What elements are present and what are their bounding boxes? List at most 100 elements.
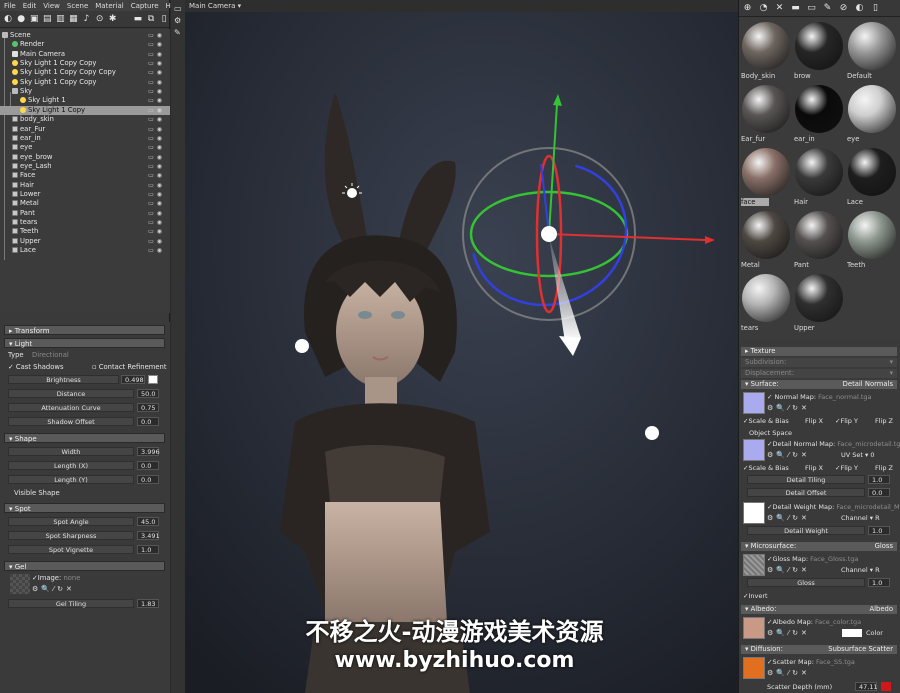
visible-shape-checkbox[interactable]: Visible Shape (14, 489, 60, 497)
scene-tree-item[interactable]: Upper ▭◉ (0, 237, 170, 246)
scatter-color-swatch[interactable] (881, 682, 891, 691)
folder-icon[interactable]: ▬ (133, 14, 143, 25)
section-surface[interactable]: ▾ Surface: Detail Normals (741, 380, 897, 389)
visibility-lock-icons[interactable]: ▭◉ (148, 218, 165, 227)
visibility-lock-icons[interactable]: ▭◉ (148, 209, 165, 218)
scene-tree-item[interactable]: eye ▭◉ (0, 143, 170, 152)
detail-weight-value[interactable]: 1.0 (868, 526, 890, 535)
material-thumbnail[interactable]: Lace (846, 146, 898, 208)
type-dropdown[interactable]: Directional (32, 351, 69, 359)
width-slider[interactable]: Width (8, 447, 134, 456)
menu-edit[interactable]: Edit (23, 2, 37, 10)
visibility-lock-icons[interactable]: ▭◉ (148, 134, 165, 143)
gel-image-tools[interactable]: ⚙🔍⁄↻✕ (32, 585, 75, 593)
section-microsurface[interactable]: ▾ Microsurface: Gloss (741, 542, 897, 551)
scene-tree-item[interactable]: Render ▭◉ (0, 40, 170, 49)
section-displacement[interactable]: Displacement: ▾ (741, 369, 897, 378)
gel-tiling-slider[interactable]: Gel Tiling (8, 599, 134, 608)
visibility-lock-icons[interactable]: ▭◉ (148, 171, 165, 180)
distance-slider[interactable]: Distance (8, 389, 134, 398)
3d-viewport[interactable]: ▭ ⚙ ✎ Main Camera ▾ 不移之火-动漫游戏美术资源 www.by… (171, 0, 738, 693)
visibility-lock-icons[interactable]: ▭◉ (148, 96, 165, 105)
spot-sharpness-slider[interactable]: Spot Sharpness (8, 531, 134, 540)
visibility-lock-icons[interactable]: ▭◉ (148, 199, 165, 208)
gloss-map-thumbnail[interactable] (743, 554, 765, 576)
length-x-slider[interactable]: Length (X) (8, 461, 134, 470)
width-value[interactable]: 3.996 (137, 447, 160, 456)
add-mesh-icon[interactable]: ▣ (29, 14, 39, 25)
spot-vignette-value[interactable]: 1.0 (137, 545, 159, 554)
menu-capture[interactable]: Capture (131, 2, 159, 10)
shadow-offset-slider[interactable]: Shadow Offset (8, 417, 134, 426)
detail-weight-slider[interactable]: Detail Weight (747, 526, 865, 535)
detail-flip-y-checkbox[interactable]: ✓Flip Y (835, 464, 858, 472)
scatter-map-thumbnail[interactable] (743, 657, 765, 679)
material-thumbnail[interactable]: Metal (740, 209, 792, 271)
gloss-slider[interactable]: Gloss (747, 578, 865, 587)
gloss-value[interactable]: 1.0 (868, 578, 890, 587)
detail-flip-x-checkbox[interactable]: Flip X (805, 464, 823, 472)
contact-refinement-checkbox[interactable]: ▫ Contact Refinement (92, 363, 167, 371)
detail-tiling-slider[interactable]: Detail Tiling (747, 475, 865, 484)
scene-tree-item[interactable]: ear_Fur ▭◉ (0, 125, 170, 134)
normal-map-tools[interactable]: ⚙🔍⁄↻✕ (767, 404, 810, 412)
albedo-color-swatch[interactable] (842, 629, 862, 637)
section-transform[interactable]: ▸ Transform (4, 325, 165, 335)
scene-tree-item[interactable]: Sky Light 1 Copy Copy Copy ▭◉ (0, 68, 170, 77)
detail-weight-thumbnail[interactable] (743, 502, 765, 524)
scene-tree-item[interactable]: Pant ▭◉ (0, 209, 170, 218)
flip-z-checkbox[interactable]: Flip Z (875, 417, 893, 425)
scene-tree-item[interactable]: Lower ▭◉ (0, 190, 170, 199)
detail-flip-z-checkbox[interactable]: Flip Z (875, 464, 893, 472)
detail-scale-bias-checkbox[interactable]: ✓Scale & Bias (743, 464, 789, 472)
scene-tree-item[interactable]: ear_in ▭◉ (0, 134, 170, 143)
menu-material[interactable]: Material (95, 2, 123, 10)
spot-angle-slider[interactable]: Spot Angle (8, 517, 134, 526)
flip-x-checkbox[interactable]: Flip X (805, 417, 823, 425)
light-gizmo[interactable] (295, 339, 309, 353)
scene-tree-item[interactable]: eye_brow ▭◉ (0, 153, 170, 162)
visibility-lock-icons[interactable]: ▭◉ (148, 87, 165, 96)
blocked-icon[interactable]: ⊘ (838, 3, 849, 14)
open-folder-icon[interactable]: ▬ (790, 3, 801, 14)
section-texture[interactable]: ▸ Texture (741, 347, 897, 356)
duplicate-material-icon[interactable]: ◔ (758, 3, 769, 14)
material-thumbnail[interactable]: Ear_fur (740, 83, 792, 145)
material-thumbnail[interactable]: eye (846, 83, 898, 145)
add-material-icon[interactable]: ⊕ (742, 3, 753, 14)
gloss-channel-dropdown[interactable]: Channel ▾ R (841, 566, 880, 574)
material-thumbnail[interactable]: ear_in (793, 83, 845, 145)
invert-checkbox[interactable]: ✓Invert (743, 592, 768, 600)
section-diffusion[interactable]: ▾ Diffusion: Subsurface Scatter (741, 645, 897, 654)
spot-vignette-slider[interactable]: Spot Vignette (8, 545, 134, 554)
visibility-lock-icons[interactable]: ▭◉ (148, 68, 165, 77)
detail-weight-channel-dropdown[interactable]: Channel ▾ R (841, 514, 880, 522)
gel-thumbnail[interactable] (10, 574, 30, 594)
material-thumbnail[interactable]: Body_skin (740, 20, 792, 82)
attenuation-value[interactable]: 0.75 (137, 403, 159, 412)
brush-icon[interactable]: ✎ (174, 28, 181, 37)
length-x-value[interactable]: 0.0 (137, 461, 159, 470)
import-icon[interactable]: ▭ (806, 3, 817, 14)
albedo-map-thumbnail[interactable] (743, 617, 765, 639)
scene-tree-item[interactable]: Face ▭◉ (0, 171, 170, 180)
visibility-lock-icons[interactable]: ▭◉ (148, 31, 165, 40)
scene-tree-item[interactable]: Sky ▭◉ (0, 87, 170, 96)
visibility-lock-icons[interactable]: ▭◉ (148, 190, 165, 199)
section-gel[interactable]: ▾ Gel (4, 561, 165, 571)
menu-view[interactable]: View (43, 2, 60, 10)
scene-tree-item[interactable]: body_skin ▭◉ (0, 115, 170, 124)
normal-map-thumbnail[interactable] (743, 392, 765, 414)
distance-value[interactable]: 50.0 (137, 389, 159, 398)
material-thumbnail[interactable]: Upper (793, 272, 845, 334)
visibility-lock-icons[interactable]: ▭◉ (148, 227, 165, 236)
shadow-offset-value[interactable]: 0.0 (137, 417, 159, 426)
gel-tiling-value[interactable]: 1.83 (137, 599, 159, 608)
section-albedo[interactable]: ▾ Albedo: Albedo (741, 605, 897, 614)
add-camera-icon[interactable]: ▤ (42, 14, 52, 25)
detail-offset-slider[interactable]: Detail Offset (747, 488, 865, 497)
scene-tree-item[interactable]: Scene ▭◉ (0, 31, 170, 40)
gloss-map-tools[interactable]: ⚙🔍⁄↻✕ (767, 566, 810, 574)
settings-icon[interactable]: ⚙ (174, 16, 181, 25)
scatter-map-tools[interactable]: ⚙🔍⁄↻✕ (767, 669, 810, 677)
